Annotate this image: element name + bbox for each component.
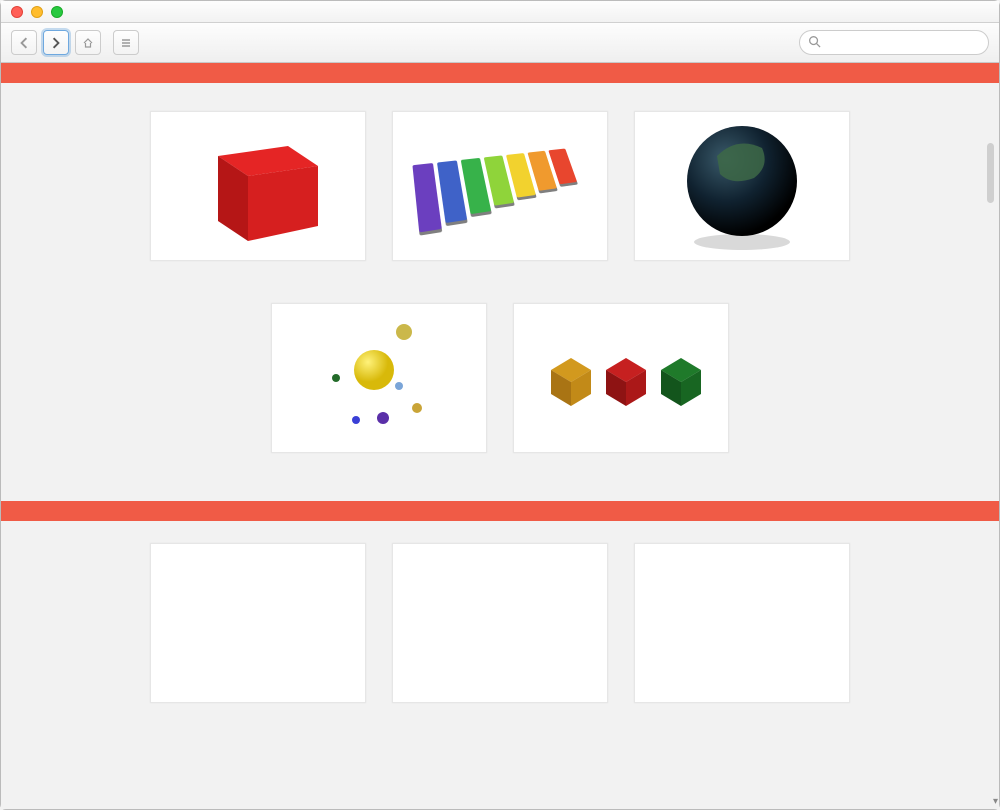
titlebar — [1, 1, 999, 23]
search-input[interactable] — [826, 35, 980, 50]
window-controls — [1, 6, 63, 18]
xylophone-icon — [412, 148, 585, 232]
viewport: ▾ — [1, 63, 999, 809]
section-header-graphics3d — [1, 63, 999, 83]
thumb-3d-sphere-system — [271, 303, 487, 453]
scroll-corner-icon: ▾ — [993, 796, 998, 807]
back-button[interactable] — [11, 30, 37, 55]
charts-grid — [1, 521, 999, 703]
search-field[interactable] — [799, 30, 989, 55]
thumb-3d-cubes — [513, 303, 729, 453]
close-icon[interactable] — [11, 6, 23, 18]
minimize-icon[interactable] — [31, 6, 43, 18]
content[interactable] — [1, 63, 999, 809]
tile-3d-sphere-system[interactable] — [271, 303, 487, 465]
thumb-audio-spectrum[interactable] — [392, 543, 608, 703]
tile-3d-box[interactable] — [150, 111, 366, 273]
home-button[interactable] — [75, 30, 101, 55]
search-icon — [808, 35, 821, 51]
thumb-3d-box — [150, 111, 366, 261]
toolbar — [1, 23, 999, 63]
thumb-xylophone — [392, 111, 608, 261]
vertical-scrollbar[interactable] — [984, 63, 997, 809]
thumb-3d-sphere — [634, 111, 850, 261]
graphics3d-grid — [1, 83, 999, 501]
forward-button[interactable] — [43, 30, 69, 55]
tile-3d-cubes[interactable] — [513, 303, 729, 465]
fullscreen-icon[interactable] — [51, 6, 63, 18]
tile-3d-sphere[interactable] — [634, 111, 850, 273]
tile-xylophone[interactable] — [392, 111, 608, 273]
section-header-charts — [1, 501, 999, 521]
thumb-area-chart[interactable] — [634, 543, 850, 703]
menu-button[interactable] — [113, 30, 139, 55]
thumb-curve-chart[interactable] — [150, 543, 366, 703]
